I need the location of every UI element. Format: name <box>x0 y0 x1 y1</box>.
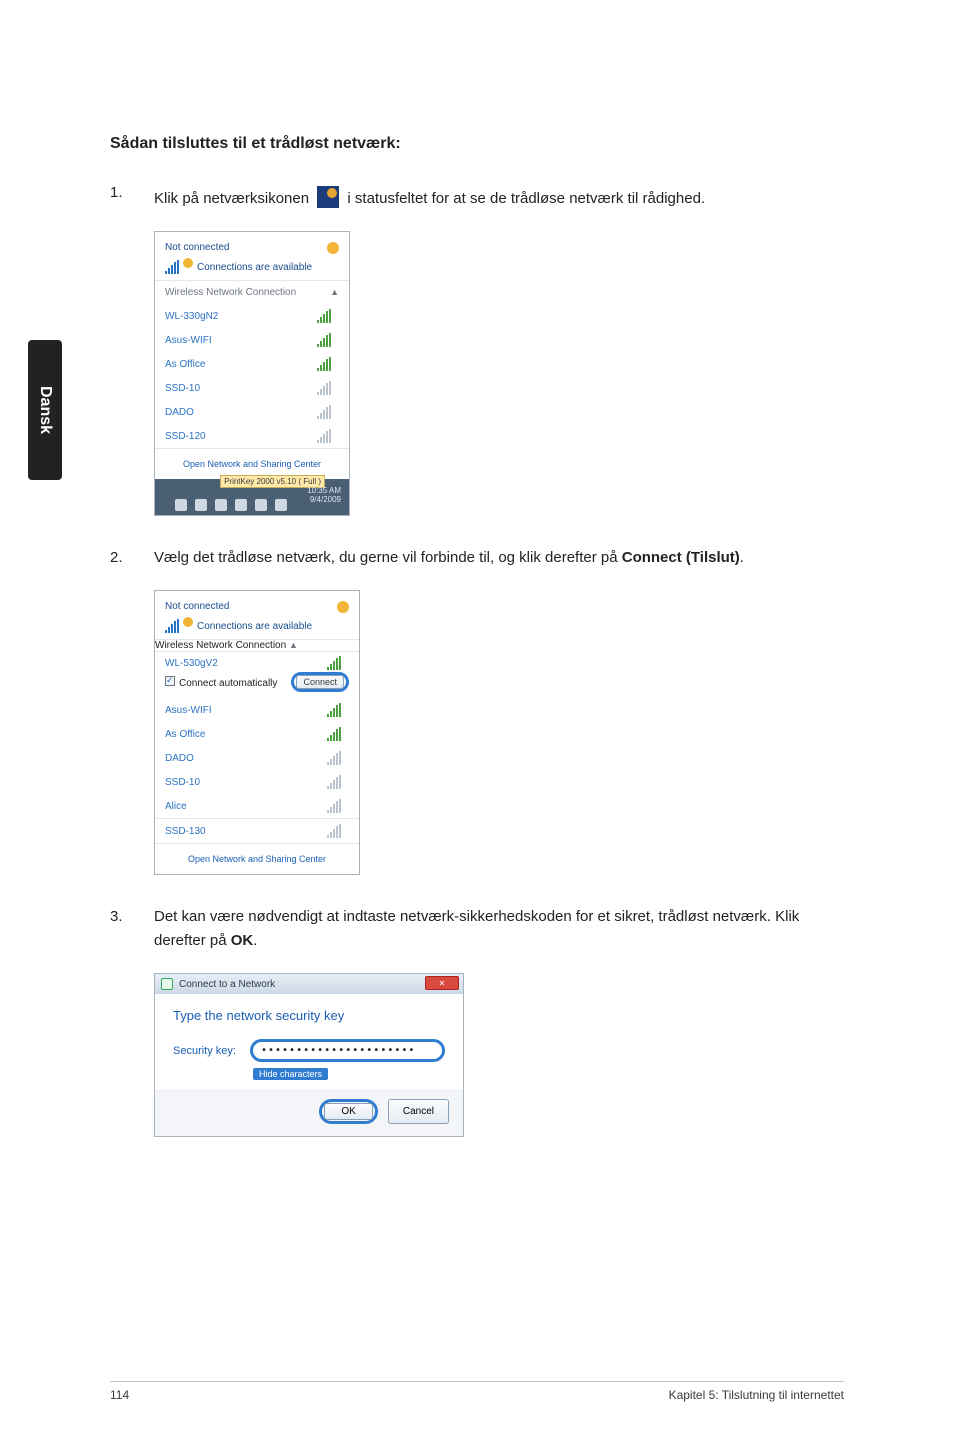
collapse-caret-icon[interactable]: ▲ <box>289 640 298 650</box>
signal-icon <box>327 775 343 789</box>
connect-button[interactable]: Connect <box>296 675 344 689</box>
tray-clock: 10:35 AM 9/4/2009 <box>307 487 341 505</box>
step-number: 3. <box>110 905 154 953</box>
network-item[interactable]: WL-330gN2 <box>155 304 349 328</box>
network-flyout-2: Not connected Connections are available … <box>154 590 360 875</box>
signal-icon <box>327 703 343 717</box>
collapse-caret-icon[interactable]: ▲ <box>330 287 339 298</box>
dialog-title: Connect to a Network <box>179 979 275 990</box>
step-2: 2. Vælg det trådløse netværk, du gerne v… <box>110 546 844 570</box>
warning-icon <box>183 617 193 627</box>
not-connected-label: Not connected <box>165 601 230 613</box>
selected-network-name: WL-530gV2 <box>165 658 218 669</box>
network-item[interactable]: As Office <box>155 352 349 376</box>
signal-icon <box>317 381 333 395</box>
step1-text-b: i statusfeltet for at se de trådløse net… <box>347 190 705 207</box>
network-item[interactable]: Alice <box>155 794 359 818</box>
signal-icon <box>327 727 343 741</box>
network-item[interactable]: SSD-130 <box>155 818 359 843</box>
network-name: SSD-10 <box>165 777 327 788</box>
hide-characters-toggle[interactable]: Hide characters <box>253 1068 328 1080</box>
network-item[interactable]: DADO <box>155 746 359 770</box>
status-icon <box>327 242 339 254</box>
taskbar-tray: PrintKey 2000 v5.10 ( Full ) 10:35 AM 9/… <box>155 479 349 515</box>
not-connected-label: Not connected <box>165 242 230 254</box>
network-item[interactable]: SSD-120 <box>155 424 349 448</box>
network-name: SSD-10 <box>165 383 317 394</box>
selected-network[interactable]: WL-530gV2 Connect automatically Connect <box>155 651 359 698</box>
network-name: DADO <box>165 753 327 764</box>
security-key-input[interactable]: •••••••••••••••••••••• <box>250 1039 445 1062</box>
network-tray-icon <box>317 186 339 208</box>
network-name: As Office <box>165 729 327 740</box>
network-flyout-1: Not connected Connections are available … <box>154 231 350 516</box>
cancel-button[interactable]: Cancel <box>388 1099 449 1124</box>
connect-auto-checkbox-icon[interactable] <box>165 676 175 686</box>
signal-icon <box>165 619 181 633</box>
network-item[interactable]: Asus-WIFI <box>155 328 349 352</box>
connect-auto-wrap[interactable]: Connect automatically <box>165 676 277 689</box>
network-item[interactable]: As Office <box>155 722 359 746</box>
tray-date: 9/4/2009 <box>307 496 341 505</box>
dialog-prompt: Type the network security key <box>173 1008 445 1023</box>
network-name: WL-330gN2 <box>165 311 317 322</box>
section-heading: Sådan tilsluttes til et trådløst netværk… <box>110 135 844 153</box>
dialog-title-icon <box>161 978 173 990</box>
tray-icons <box>175 499 287 511</box>
signal-icon <box>165 260 181 274</box>
signal-icon <box>317 405 333 419</box>
language-tab: Dansk <box>28 340 62 480</box>
step-number: 1. <box>110 181 154 211</box>
step3-text-b: . <box>253 932 257 949</box>
signal-icon <box>317 357 333 371</box>
highlight-circle: OK <box>319 1099 377 1124</box>
connections-available-label: Connections are available <box>197 621 312 632</box>
chapter-label: Kapitel 5: Tilslutning til internettet <box>669 1388 844 1402</box>
signal-icon <box>327 824 343 838</box>
security-key-label: Security key: <box>173 1045 236 1057</box>
step2-text-b: . <box>740 549 744 566</box>
network-item[interactable]: Asus-WIFI <box>155 698 359 722</box>
step1-text-a: Klik på netværksikonen <box>154 190 313 207</box>
step2-bold: Connect (Tilslut) <box>622 549 740 566</box>
step-number: 2. <box>110 546 154 570</box>
page-footer: 114 Kapitel 5: Tilslutning til internett… <box>110 1381 844 1402</box>
wireless-section-label: Wireless Network Connection <box>155 640 286 651</box>
dialog-titlebar: Connect to a Network ✕ <box>155 974 463 994</box>
step3-bold: OK <box>231 932 254 949</box>
connections-available-label: Connections are available <box>197 262 312 273</box>
ok-button[interactable]: OK <box>324 1103 372 1120</box>
warning-icon <box>183 258 193 268</box>
network-name: SSD-130 <box>165 826 327 837</box>
network-item[interactable]: SSD-10 <box>155 770 359 794</box>
network-name: Asus-WIFI <box>165 335 317 346</box>
highlight-circle: Connect <box>291 672 349 692</box>
step-3: 3. Det kan være nødvendigt at indtaste n… <box>110 905 844 953</box>
network-name: SSD-120 <box>165 431 317 442</box>
signal-icon <box>327 799 343 813</box>
wireless-section-label: Wireless Network Connection <box>165 287 296 298</box>
signal-icon <box>327 751 343 765</box>
network-name: As Office <box>165 359 317 370</box>
signal-icon <box>317 309 333 323</box>
network-name: Alice <box>165 801 327 812</box>
open-network-center-link[interactable]: Open Network and Sharing Center <box>155 843 359 874</box>
signal-icon <box>317 429 333 443</box>
security-key-dialog: Connect to a Network ✕ Type the network … <box>154 973 464 1137</box>
step2-text-a: Vælg det trådløse netværk, du gerne vil … <box>154 549 622 566</box>
step-1: 1. Klik på netværksikonen i statusfeltet… <box>110 181 844 211</box>
network-item[interactable]: DADO <box>155 400 349 424</box>
network-name: DADO <box>165 407 317 418</box>
signal-icon <box>327 656 343 670</box>
page-number: 114 <box>110 1388 129 1402</box>
close-icon[interactable]: ✕ <box>425 976 459 990</box>
status-icon <box>337 601 349 613</box>
signal-icon <box>317 333 333 347</box>
network-name: Asus-WIFI <box>165 705 327 716</box>
network-item[interactable]: SSD-10 <box>155 376 349 400</box>
connect-auto-label: Connect automatically <box>179 678 277 689</box>
